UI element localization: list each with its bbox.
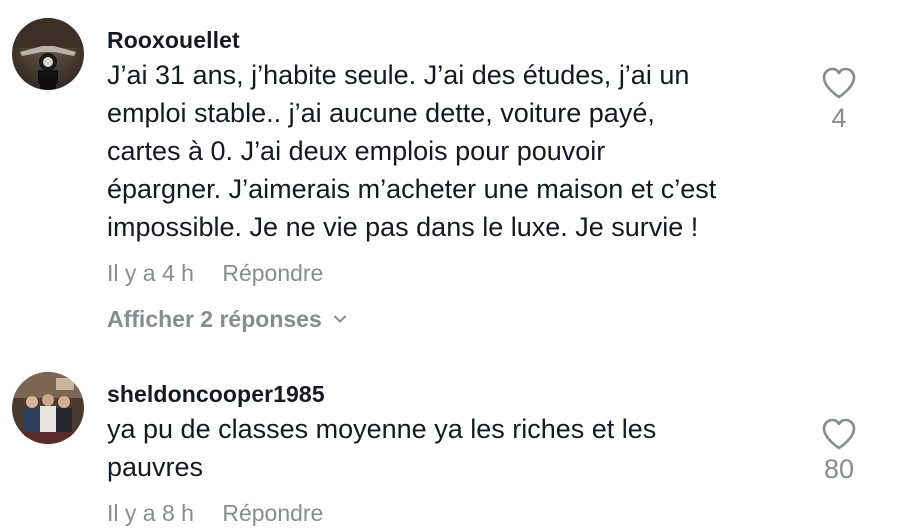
comment-body: Rooxouellet J’ai 31 ans, j’habite seule.… (107, 18, 797, 334)
comment-body: sheldoncooper1985 ya pu de classes moyen… (107, 372, 797, 528)
motorcycle-photo (12, 18, 84, 90)
like-count: 4 (831, 103, 847, 133)
username[interactable]: sheldoncooper1985 (107, 380, 797, 408)
like-count: 80 (823, 454, 855, 484)
view-replies-label: Afficher 2 réponses (107, 306, 322, 332)
heart-outline-icon (822, 67, 856, 99)
username[interactable]: Rooxouellet (107, 26, 797, 54)
comment-meta: Il y a 4 h Répondre (107, 258, 797, 288)
reply-button[interactable]: Répondre (222, 500, 323, 526)
avatar[interactable] (12, 372, 84, 444)
group-photo (12, 372, 84, 444)
heart-outline-icon (822, 418, 856, 450)
like-button[interactable]: 4 (815, 66, 863, 134)
comment-meta: Il y a 8 h Répondre (107, 498, 797, 528)
comment-text: ya pu de classes moyenne ya les riches e… (107, 414, 657, 482)
chevron-down-icon (333, 315, 346, 323)
view-replies-button[interactable]: Afficher 2 réponses (107, 304, 348, 334)
timestamp: Il y a 4 h (107, 260, 194, 286)
comment-text: J’ai 31 ans, j’habite seule. J’ai des ét… (107, 60, 717, 242)
avatar[interactable] (12, 18, 84, 90)
like-button[interactable]: 80 (815, 417, 863, 485)
reply-button[interactable]: Répondre (222, 260, 323, 286)
timestamp: Il y a 8 h (107, 500, 194, 526)
